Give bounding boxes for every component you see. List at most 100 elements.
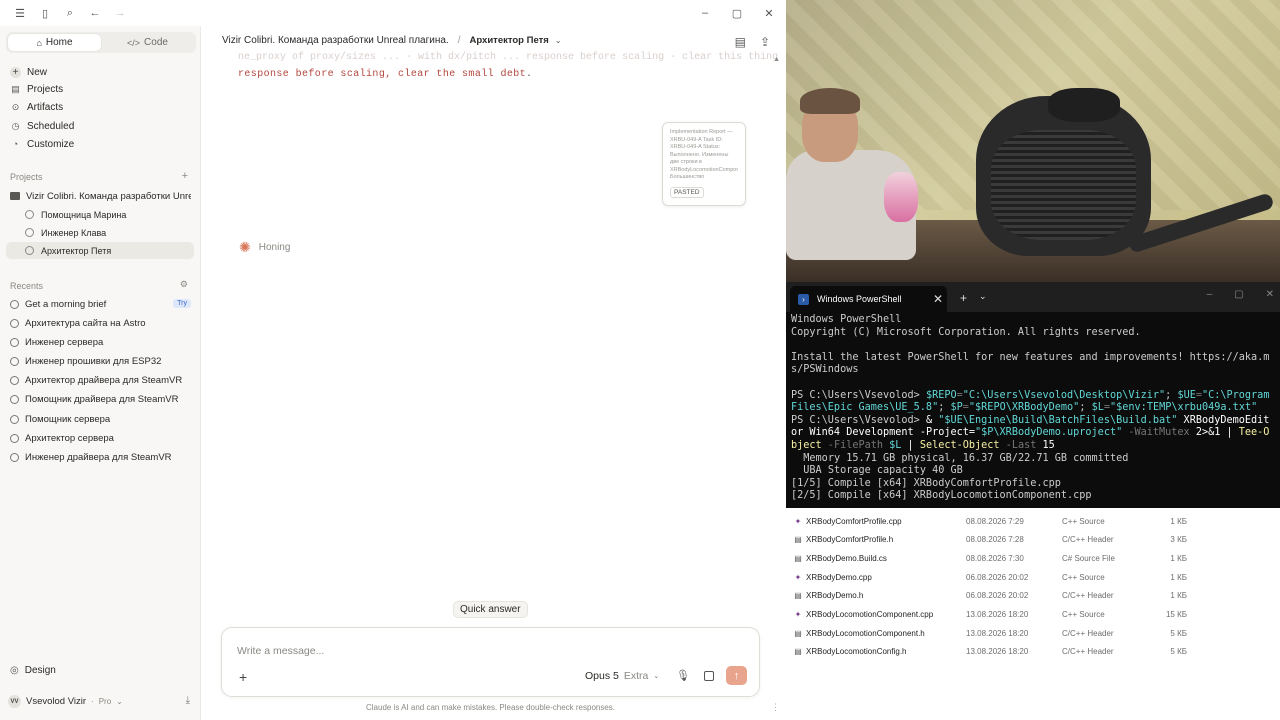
project-name: Vizir Colibri. Команда разработки Unreal bbox=[26, 190, 191, 202]
maximize-icon[interactable]: ▢ bbox=[730, 5, 744, 21]
project-chat-klava[interactable]: Инженер Клава bbox=[6, 224, 194, 241]
header-file-icon: ▤ bbox=[794, 591, 802, 600]
chat-icon bbox=[10, 337, 19, 347]
forward-icon[interactable]: → bbox=[112, 5, 128, 21]
nav-artifacts[interactable]: ⊙ Artifacts bbox=[10, 99, 191, 115]
project-chat-label: Помощница Марина bbox=[41, 209, 127, 220]
recent-item[interactable]: Помощник сервера bbox=[10, 411, 191, 427]
new-tab-icon[interactable]: + bbox=[960, 291, 967, 305]
user-menu[interactable]: VV Vsevolod Vizir · Pro ⌄ ⤓ bbox=[8, 695, 194, 708]
file-row[interactable]: ✦ XRBodyLocomotionComponent.cpp 13.08.2026… bbox=[786, 605, 1280, 624]
recent-item[interactable]: Архитектор драйвера для SteamVR bbox=[10, 372, 191, 388]
settings-icon[interactable]: ⚙ bbox=[180, 279, 188, 290]
terminal-tab[interactable]: › Windows PowerShell ✕ bbox=[790, 286, 947, 312]
chat-icon bbox=[10, 318, 19, 328]
try-badge: Try bbox=[173, 299, 191, 308]
mode-home[interactable]: ⌂ Home bbox=[8, 34, 101, 51]
recent-item[interactable]: Инженер прошивки для ESP32 bbox=[10, 353, 191, 369]
download-icon[interactable]: ⤓ bbox=[186, 695, 190, 706]
sidebar-toggle-icon[interactable]: ▯ bbox=[37, 5, 53, 21]
user-name: Vsevolod Vizir bbox=[26, 696, 87, 707]
file-row[interactable]: ✦ XRBodyComfortProfile.cpp 08.08.2026 7:29… bbox=[786, 512, 1280, 531]
terminal-token: $REPO bbox=[925, 389, 957, 401]
minimize-icon[interactable]: – bbox=[698, 5, 712, 21]
file-row[interactable]: ▤ XRBodyComfortProfile.h 08.08.2026 7:28 C/… bbox=[786, 530, 1280, 549]
design-item[interactable]: ◎ Design bbox=[10, 665, 56, 676]
chevron-down-icon[interactable]: ⌄ bbox=[979, 291, 987, 302]
breadcrumb-chat[interactable]: Архитектор Петя bbox=[470, 35, 549, 46]
add-attachment-icon[interactable]: + bbox=[239, 669, 247, 685]
quick-answer-button[interactable]: Quick answer bbox=[453, 601, 528, 618]
header-file-icon: ▤ bbox=[794, 647, 802, 656]
file-name: XRBodyComfortProfile.cpp bbox=[806, 517, 902, 526]
nav-new[interactable]: + New bbox=[10, 64, 191, 80]
chat-icon bbox=[10, 414, 19, 424]
chevron-down-icon[interactable]: ⌄ bbox=[555, 36, 562, 45]
scroll-handle-icon[interactable]: ⋮ bbox=[771, 702, 780, 713]
file-date: 08.08.2026 7:29 bbox=[966, 517, 1024, 526]
terminal-token: -FilePath bbox=[821, 439, 890, 451]
terminal-output[interactable]: Windows PowerShell Copyright (C) Microso… bbox=[791, 314, 1275, 503]
recent-item[interactable]: Get a morning brief Try bbox=[10, 296, 191, 312]
mode-code[interactable]: </> Code bbox=[101, 34, 194, 51]
chat-icon bbox=[10, 394, 19, 404]
artifacts-icon: ⊙ bbox=[11, 101, 20, 112]
file-type: C/C++ Header bbox=[1062, 629, 1114, 638]
close-tab-icon[interactable]: ✕ bbox=[933, 292, 943, 306]
top-actions: ▤ ⇪ bbox=[735, 35, 770, 49]
recent-item[interactable]: Архитектор сервера bbox=[10, 430, 191, 446]
header-file-icon: ▤ bbox=[794, 629, 802, 638]
nav-new-label: New bbox=[27, 66, 48, 78]
maximize-icon[interactable]: ▢ bbox=[1234, 289, 1243, 300]
file-row[interactable]: ✦ XRBodyDemo.cpp 06.08.2026 20:02 C++ Sourc… bbox=[786, 568, 1280, 587]
file-row[interactable]: ▤ XRBodyDemo.Build.cs 08.08.2026 7:30 C# So… bbox=[786, 549, 1280, 568]
recent-item[interactable]: Инженер драйвера для SteamVR bbox=[10, 449, 191, 465]
pasted-attachment[interactable]: Implementation Report — XRBU-049-A Task … bbox=[662, 122, 746, 206]
close-icon[interactable]: ✕ bbox=[762, 5, 776, 21]
scroll-up-icon[interactable]: ▲ bbox=[773, 56, 780, 63]
close-icon[interactable]: ✕ bbox=[1266, 289, 1274, 300]
mic-icon[interactable]: 🎙︎ bbox=[676, 669, 690, 682]
user-plan: Pro bbox=[98, 697, 112, 706]
minimize-icon[interactable]: – bbox=[1207, 289, 1213, 300]
nav-projects[interactable]: ▤ Projects bbox=[10, 81, 191, 97]
menu-icon[interactable]: ☰ bbox=[12, 5, 28, 21]
terminal-token: "$P\XRBodyDemo.uproject" bbox=[975, 427, 1123, 439]
header-file-icon: ▤ bbox=[794, 535, 802, 544]
file-row[interactable]: ▤ XRBodyDemo.h 06.08.2026 20:02 C/C++ Heade… bbox=[786, 586, 1280, 605]
project-item[interactable]: Vizir Colibri. Команда разработки Unreal bbox=[10, 188, 191, 204]
recent-item[interactable]: Помощник драйвера для SteamVR bbox=[10, 391, 191, 407]
file-row[interactable]: ▤ XRBodyLocomotionConfig.h 13.08.2026 18:2… bbox=[786, 642, 1280, 661]
share-icon[interactable]: ⇪ bbox=[760, 35, 770, 49]
recent-item[interactable]: Архитектура сайта на Astro bbox=[10, 315, 191, 331]
nav-scheduled[interactable]: ◷ Scheduled bbox=[10, 118, 191, 134]
nav-customize[interactable]: ◔ Customize bbox=[10, 136, 191, 152]
file-size: 1 КБ bbox=[1170, 554, 1187, 563]
recent-label: Архитектор сервера bbox=[25, 432, 114, 444]
file-row[interactable]: ▤ XRBodyLocomotionComponent.h 13.08.2026 1… bbox=[786, 624, 1280, 643]
recent-item[interactable]: Инженер сервера bbox=[10, 334, 191, 350]
search-icon[interactable]: ⌕ bbox=[62, 5, 78, 21]
breadcrumb-project[interactable]: Vizir Colibri. Команда разработки Unreal… bbox=[222, 35, 449, 46]
status-indicator: ✺ Honing bbox=[239, 239, 290, 256]
add-project-icon[interactable]: + bbox=[182, 170, 188, 182]
terminal-token: & bbox=[925, 414, 939, 426]
back-icon[interactable]: ← bbox=[87, 5, 103, 21]
terminal-token: "$UE\Engine\Build\BatchFiles\Build.bat" bbox=[938, 414, 1178, 426]
recent-label: Помощник сервера bbox=[25, 413, 111, 425]
terminal-token: ; bbox=[1165, 389, 1178, 401]
message-composer: Write a message... + Opus 5 Extra ⌄ 🎙︎ ↑ bbox=[221, 627, 760, 697]
message-input[interactable]: Write a message... bbox=[237, 645, 324, 657]
terminal-line: UBA Storage capacity 40 GB bbox=[791, 465, 963, 477]
terminal-tab-bar: › Windows PowerShell ✕ + ⌄ – ▢ ✕ bbox=[786, 282, 1280, 312]
send-button[interactable]: ↑ bbox=[726, 666, 747, 685]
project-chat-marina[interactable]: Помощница Марина bbox=[6, 206, 194, 223]
voice-mode-icon[interactable] bbox=[704, 671, 714, 681]
project-chat-petya[interactable]: Архитектор Петя bbox=[6, 242, 194, 259]
mode-home-label: Home bbox=[45, 37, 73, 48]
document-icon[interactable]: ▤ bbox=[735, 35, 746, 49]
recent-label: Помощник драйвера для SteamVR bbox=[25, 393, 179, 405]
file-type: C++ Source bbox=[1062, 517, 1105, 526]
model-selector[interactable]: Opus 5 Extra ⌄ bbox=[585, 670, 659, 682]
model-name: Opus 5 bbox=[585, 670, 619, 682]
